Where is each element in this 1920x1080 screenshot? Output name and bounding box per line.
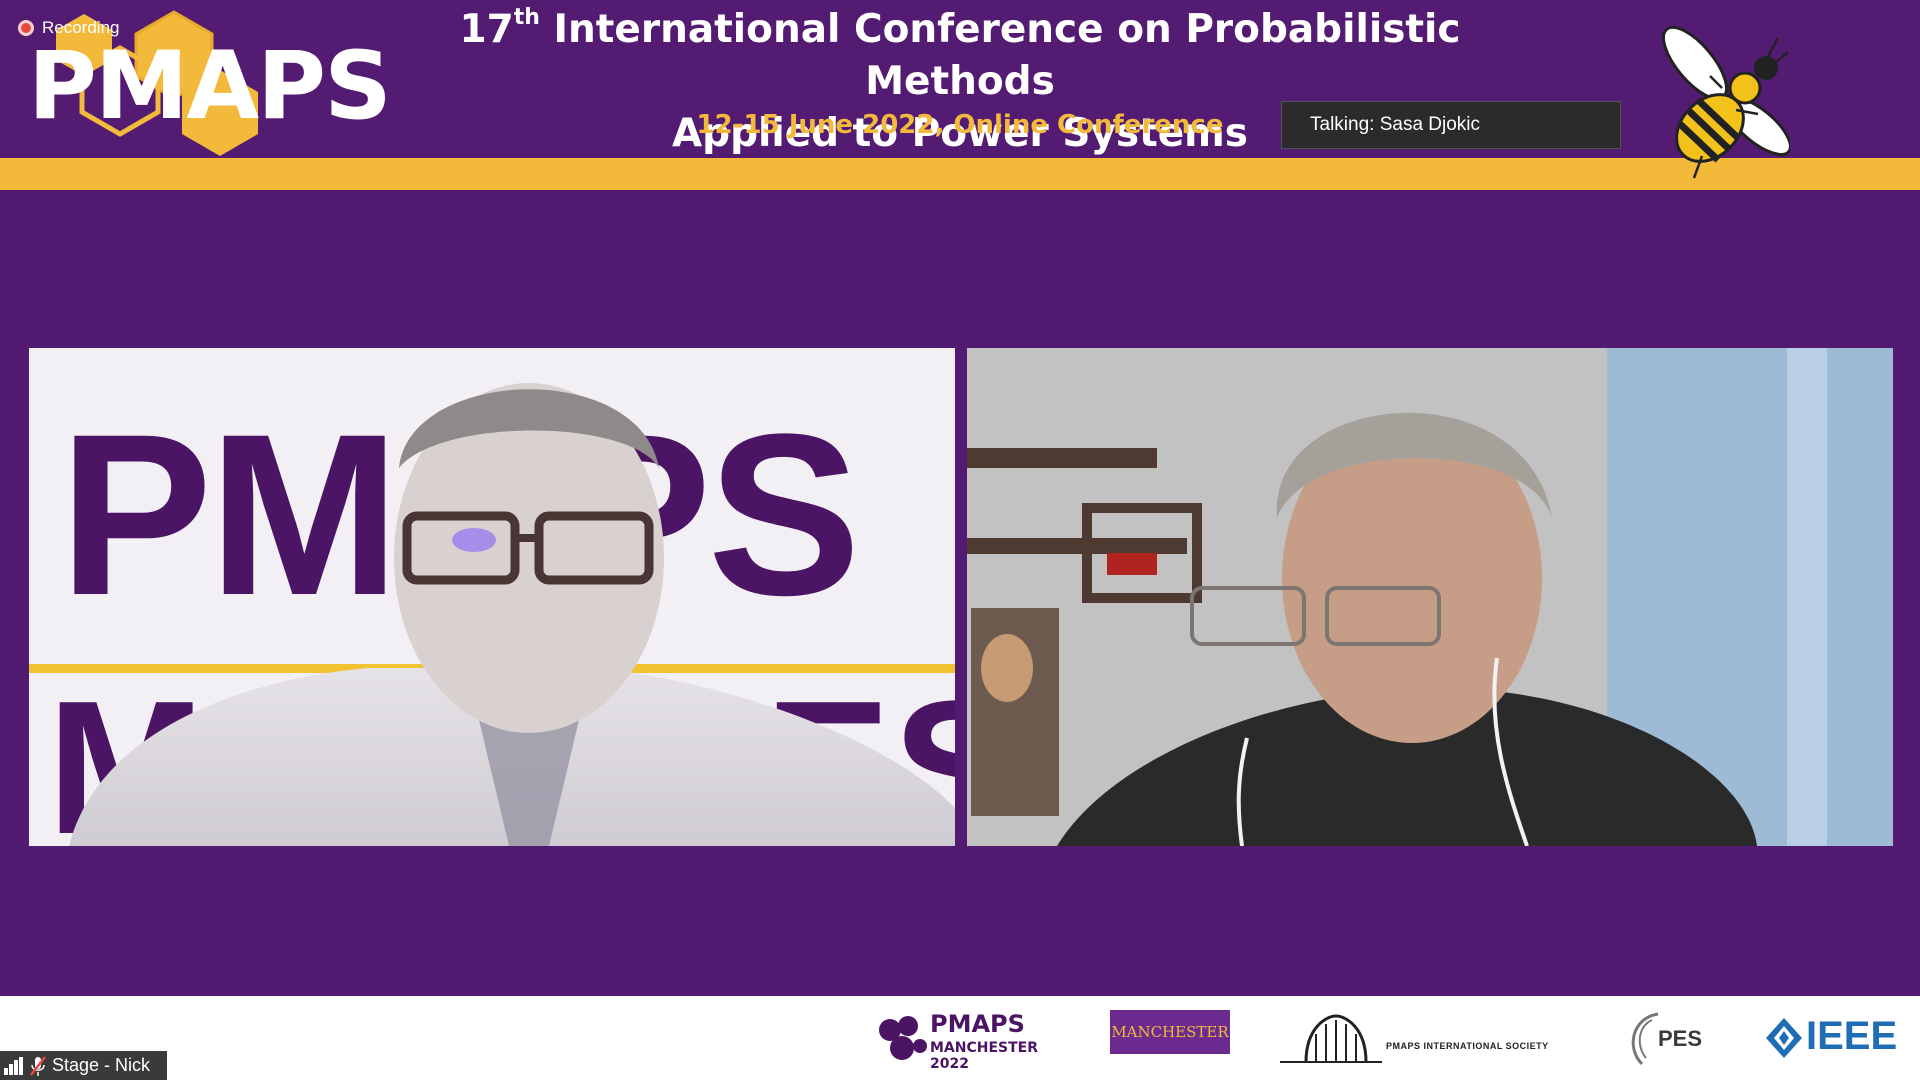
record-icon bbox=[18, 20, 34, 36]
sponsor-ieee-pes-logo: PES bbox=[1622, 1002, 1722, 1072]
sponsor-ieee-logo: IEEE bbox=[1764, 1014, 1914, 1064]
stage-name-label: Stage - Nick bbox=[0, 1051, 167, 1080]
conference-title-line1: 17th International Conference on Probabi… bbox=[459, 5, 1461, 105]
sponsor-society-label: PMAPS INTERNATIONAL SOCIETY bbox=[1386, 1041, 1549, 1051]
ieee-diamond-icon bbox=[1766, 1018, 1802, 1058]
conference-subtitle: 12-15 June 2022, Online Conference bbox=[696, 110, 1224, 140]
hexagon-cluster-icon bbox=[879, 1016, 927, 1060]
sponsor-pmaps-sub: MANCHESTER 2022 bbox=[930, 1040, 1039, 1072]
logo-text: PMAPS bbox=[28, 32, 392, 141]
society-arch-icon bbox=[1280, 1014, 1382, 1063]
sponsor-pmaps-manchester-logo: PMAPS MANCHESTER 2022 bbox=[876, 1010, 1066, 1072]
signal-strength-icon bbox=[4, 1056, 23, 1075]
microphone-muted-icon bbox=[30, 1055, 46, 1076]
video-tile-nick[interactable]: PMAPS MANCHESTER bbox=[29, 348, 955, 846]
sponsor-pmaps-title: PMAPS bbox=[930, 1010, 1025, 1038]
active-speaker-indicator: Talking: Sasa Djokic bbox=[1281, 101, 1621, 149]
recording-indicator[interactable]: Recording bbox=[18, 18, 120, 38]
sponsor-pes-text: PES bbox=[1658, 1026, 1703, 1051]
recording-label: Recording bbox=[42, 18, 120, 37]
talking-label: Talking: Sasa Djokic bbox=[1310, 114, 1481, 135]
sponsor-ieee-text: IEEE bbox=[1806, 1014, 1898, 1058]
participant-video-nick bbox=[69, 383, 955, 846]
bee-icon bbox=[1662, 25, 1790, 179]
video-tile-sasa-djokic[interactable] bbox=[967, 348, 1893, 846]
sponsor-pmaps-society-logo: PMAPS INTERNATIONAL SOCIETY bbox=[1276, 1008, 1572, 1068]
banner-gold-stripe bbox=[0, 158, 1920, 190]
sponsor-band: PMAPS MANCHESTER 2022 MANCHESTER PMAPS I… bbox=[0, 996, 1920, 1080]
stage-label-text: Stage - Nick bbox=[52, 1055, 151, 1075]
sponsor-university-of-manchester-logo: MANCHESTER bbox=[1110, 1010, 1230, 1054]
pes-globe-icon bbox=[1631, 1012, 1659, 1066]
participant-video-sasa-djokic bbox=[967, 348, 1893, 846]
